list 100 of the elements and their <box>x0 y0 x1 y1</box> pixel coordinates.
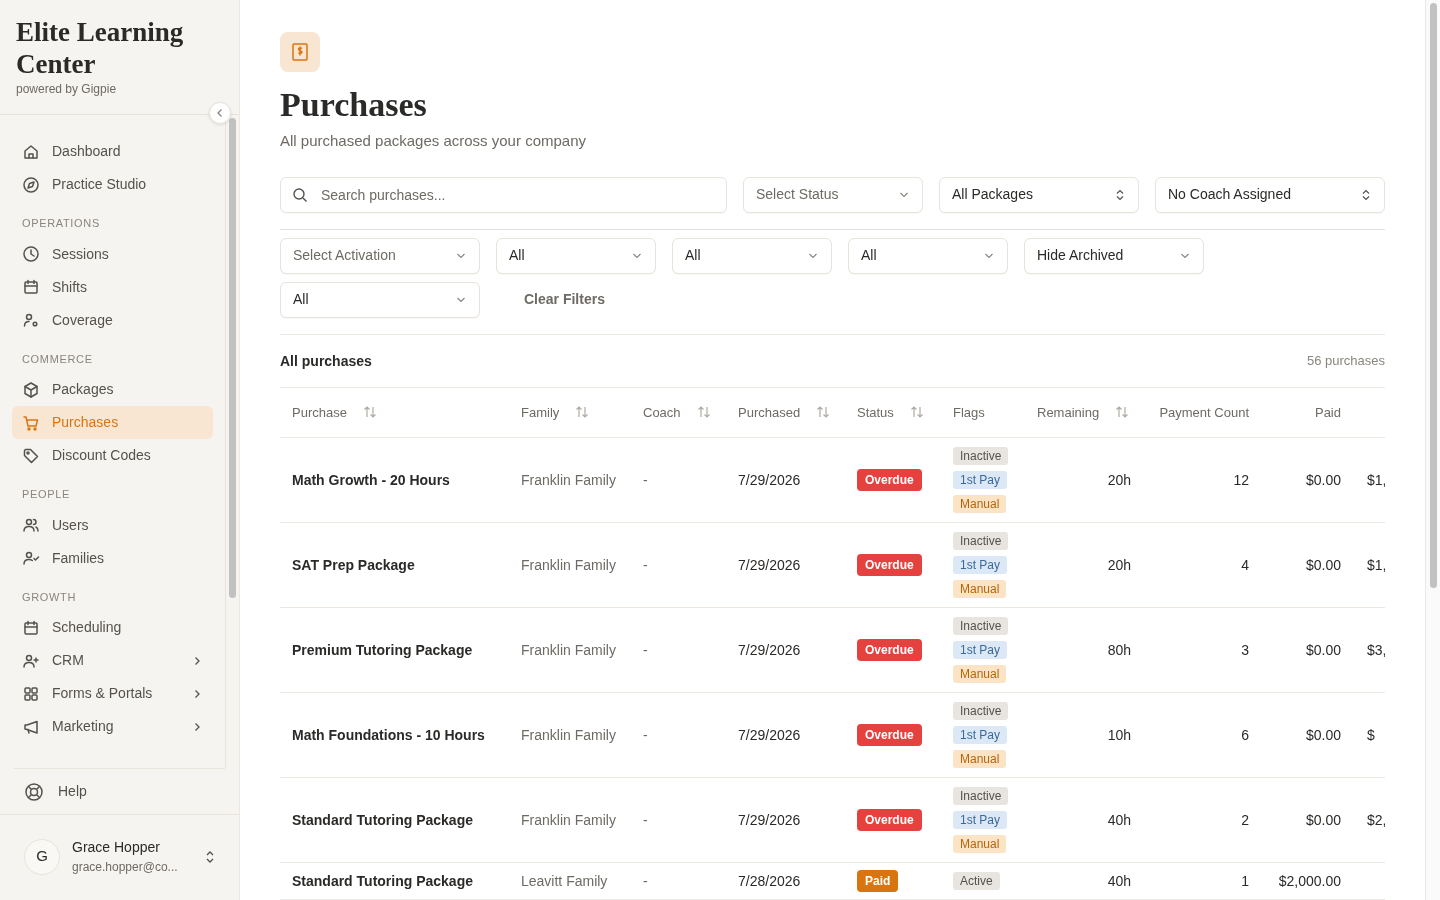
amount-cell: $ <box>1367 726 1375 743</box>
purchase-date: 7/29/2026 <box>738 556 801 573</box>
section-heading: OPERATIONS <box>21 216 101 231</box>
page-title: Purchases <box>280 86 428 124</box>
remaining-hours: 20h <box>1107 471 1131 488</box>
column-header: Payment Count <box>1159 403 1249 422</box>
remaining-hours: 80h <box>1107 641 1131 658</box>
paid-amount: $0.00 <box>1305 811 1341 828</box>
nav-item[interactable]: Users <box>12 508 213 542</box>
clear-filters-button[interactable]: Clear Filters <box>496 281 633 318</box>
table-title: All purchases <box>280 351 372 371</box>
purchase-date: 7/28/2026 <box>738 872 801 889</box>
column-header[interactable]: Family <box>521 402 560 422</box>
user-avatar: G <box>24 838 60 875</box>
brand-subtitle: powered by Gigpie <box>16 81 118 98</box>
collapse-sidebar-button[interactable] <box>209 102 231 124</box>
amount-cell: $1, <box>1367 471 1385 488</box>
user-gear-icon <box>22 311 40 329</box>
nav-item[interactable]: Families <box>12 541 213 575</box>
scrollbar-thumb[interactable] <box>229 118 236 598</box>
payment-count: 3 <box>1241 641 1249 658</box>
flag-badge: 1st Pay <box>953 641 1008 659</box>
purchase-date: 7/29/2026 <box>738 471 801 488</box>
payment-count: 4 <box>1241 556 1249 573</box>
status-badge: Overdue <box>857 554 922 576</box>
sort-icon[interactable] <box>1115 405 1130 420</box>
dropdown[interactable]: All <box>848 237 1008 274</box>
flag-badge: Inactive <box>953 787 1009 805</box>
nav-item[interactable]: Sessions <box>12 237 213 271</box>
paid-amount: $0.00 <box>1305 726 1341 743</box>
brand-title: Elite Learning Center <box>16 16 185 80</box>
section-heading: COMMERCE <box>21 351 94 367</box>
column-header[interactable]: Remaining <box>1037 402 1100 422</box>
flag-badge: Inactive <box>953 532 1009 550</box>
dropdown[interactable]: Select Activation <box>280 237 480 274</box>
dropdown[interactable]: All <box>672 237 832 274</box>
sort-icon[interactable] <box>816 405 831 420</box>
status-badge: Overdue <box>857 724 922 746</box>
status-badge: Overdue <box>857 639 922 661</box>
dropdown[interactable]: Hide Archived <box>1024 237 1204 274</box>
payment-count: 1 <box>1241 872 1249 889</box>
sort-icon[interactable] <box>575 405 590 420</box>
house-icon <box>22 142 40 161</box>
family-name: Franklin Family <box>521 641 616 658</box>
nav-item[interactable]: Practice Studio <box>12 168 213 201</box>
cart-icon <box>22 413 40 432</box>
flag-badge: Manual <box>953 665 1007 683</box>
nav-item[interactable]: Coverage <box>12 303 213 337</box>
section-heading: GROWTH <box>21 589 78 605</box>
sort-icon[interactable] <box>696 405 711 420</box>
nav-item[interactable]: Marketing <box>12 710 213 743</box>
nav-item[interactable]: Packages <box>12 373 213 406</box>
help-link[interactable]: Help <box>14 768 225 814</box>
sort-icon[interactable] <box>362 405 377 420</box>
paid-amount: $2,000.00 <box>1278 872 1341 889</box>
search-icon <box>292 186 308 203</box>
column-header[interactable]: Purchased <box>738 402 801 422</box>
column-header: Paid <box>1314 403 1341 422</box>
nav-item[interactable]: CRM <box>12 644 213 677</box>
column-header[interactable]: Purchase <box>292 402 347 422</box>
purchase-date: 7/29/2026 <box>738 641 801 658</box>
dropdown[interactable]: All <box>280 281 480 318</box>
amount-cell: $3, <box>1367 641 1385 658</box>
remaining-hours: 10h <box>1107 726 1131 743</box>
scrollbar-thumb[interactable] <box>1430 3 1437 588</box>
user-name: Grace Hopper <box>72 838 161 857</box>
column-header[interactable]: Coach <box>643 402 681 422</box>
dropdown[interactable]: All Packages <box>939 176 1139 213</box>
flag-badge: Inactive <box>953 617 1009 635</box>
coach-cell: - <box>643 641 648 658</box>
search-field[interactable]: Search purchases... <box>280 176 727 213</box>
dropdown[interactable]: No Coach Assigned <box>1155 176 1385 213</box>
cube-icon <box>22 380 40 399</box>
grid-icon <box>22 684 40 703</box>
payment-count: 6 <box>1241 726 1249 743</box>
nav-item[interactable]: Dashboard <box>12 135 213 168</box>
up-down-chevron-icon <box>1360 187 1372 202</box>
dropdown[interactable]: All <box>496 237 656 274</box>
status-badge: Overdue <box>857 469 922 491</box>
family-name: Franklin Family <box>521 726 616 743</box>
nav-item[interactable]: Discount Codes <box>12 439 213 472</box>
status-badge: Paid <box>857 870 899 892</box>
flag-badge: Active <box>953 872 1000 890</box>
column-header[interactable]: Status <box>857 402 894 422</box>
flag-badge: Manual <box>953 750 1007 768</box>
compass-icon <box>22 175 40 194</box>
dropdown[interactable]: Select Status <box>743 176 923 213</box>
sort-icon[interactable] <box>909 405 924 420</box>
purchase-name: Standard Tutoring Package <box>292 811 473 828</box>
payment-count: 12 <box>1233 471 1249 488</box>
flag-badge: 1st Pay <box>953 556 1008 574</box>
nav-item[interactable]: Shifts <box>12 270 213 304</box>
page-subtitle: All purchased packages across your company <box>280 131 587 151</box>
nav-item[interactable]: Forms & Portals <box>12 677 213 710</box>
calendar-icon <box>22 618 40 637</box>
purchase-count: 56 purchases <box>1306 352 1385 371</box>
flag-badge: 1st Pay <box>953 471 1008 489</box>
family-name: Franklin Family <box>521 471 616 488</box>
purchase-name: Premium Tutoring Package <box>292 641 473 658</box>
nav-item[interactable]: Scheduling <box>12 611 213 644</box>
